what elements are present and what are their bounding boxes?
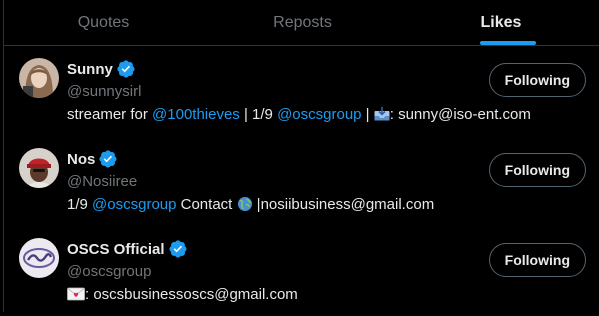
display-name[interactable]: Sunny	[67, 61, 113, 78]
following-button[interactable]: Following	[488, 63, 586, 97]
tab-quotes[interactable]: Quotes	[4, 0, 203, 45]
tab-likes-label: Likes	[480, 13, 522, 31]
active-tab-indicator	[480, 41, 536, 45]
user-bio: streamer for @100thieves | 1/9 @oscsgrou…	[67, 106, 531, 123]
name-line: OSCS Official	[67, 240, 187, 258]
mention-link[interactable]: @oscsgroup	[277, 106, 361, 123]
display-name[interactable]: OSCS Official	[67, 241, 165, 258]
following-button[interactable]: Following	[488, 243, 586, 277]
tab-likes[interactable]: Likes	[402, 0, 599, 45]
bio-text: : sunny@iso-ent.com	[389, 106, 531, 123]
avatar[interactable]	[19, 58, 59, 98]
user-handle[interactable]: @Nosiiree	[67, 173, 137, 190]
mention-link[interactable]: @100thieves	[152, 106, 240, 123]
verified-badge-icon	[168, 240, 187, 258]
avatar[interactable]	[19, 148, 59, 188]
user-bio: : oscsbusinessoscs@gmail.com	[67, 286, 298, 303]
bio-text: streamer for	[67, 106, 153, 123]
love-letter-icon	[67, 287, 85, 301]
user-cell[interactable]: Nos @Nosiiree 1/9 @oscsgroup Contact |no…	[4, 136, 599, 226]
bio-text: : oscsbusinessoscs@gmail.com	[85, 286, 298, 303]
bio-text: |nosiibusiness@gmail.com	[252, 196, 435, 213]
engagements-panel: Quotes Reposts Likes Sunny @sunnysirl st…	[3, 0, 599, 312]
oscs-logo-avatar-icon	[19, 238, 59, 278]
bio-text: |	[361, 106, 374, 123]
tab-reposts[interactable]: Reposts	[203, 0, 402, 45]
user-handle[interactable]: @sunnysirl	[67, 83, 141, 100]
user-bio: 1/9 @oscsgroup Contact |nosiibusiness@gm…	[67, 196, 434, 213]
verified-badge-icon	[99, 150, 117, 168]
user-cell[interactable]: Sunny @sunnysirl streamer for @100thieve…	[4, 46, 599, 136]
inbox-tray-icon	[374, 107, 390, 121]
tab-bar: Quotes Reposts Likes	[4, 0, 599, 46]
bio-text: 1/9	[67, 196, 93, 213]
bio-text: Contact	[176, 196, 237, 213]
name-line: Nos	[67, 150, 117, 168]
user-handle[interactable]: @oscsgroup	[67, 263, 151, 280]
name-line: Sunny	[67, 60, 135, 78]
user-cell[interactable]: OSCS Official @oscsgroup : oscsbusinesso…	[4, 226, 599, 316]
globe-icon	[237, 197, 252, 211]
display-name[interactable]: Nos	[67, 151, 95, 168]
mention-link[interactable]: @oscsgroup	[92, 196, 176, 213]
following-button[interactable]: Following	[488, 153, 586, 187]
avatar[interactable]	[19, 238, 59, 278]
bio-text: | 1/9	[239, 106, 278, 123]
red-cap-avatar-icon	[19, 148, 59, 188]
woman-selfie-avatar-icon	[19, 58, 59, 98]
verified-badge-icon	[117, 60, 135, 78]
